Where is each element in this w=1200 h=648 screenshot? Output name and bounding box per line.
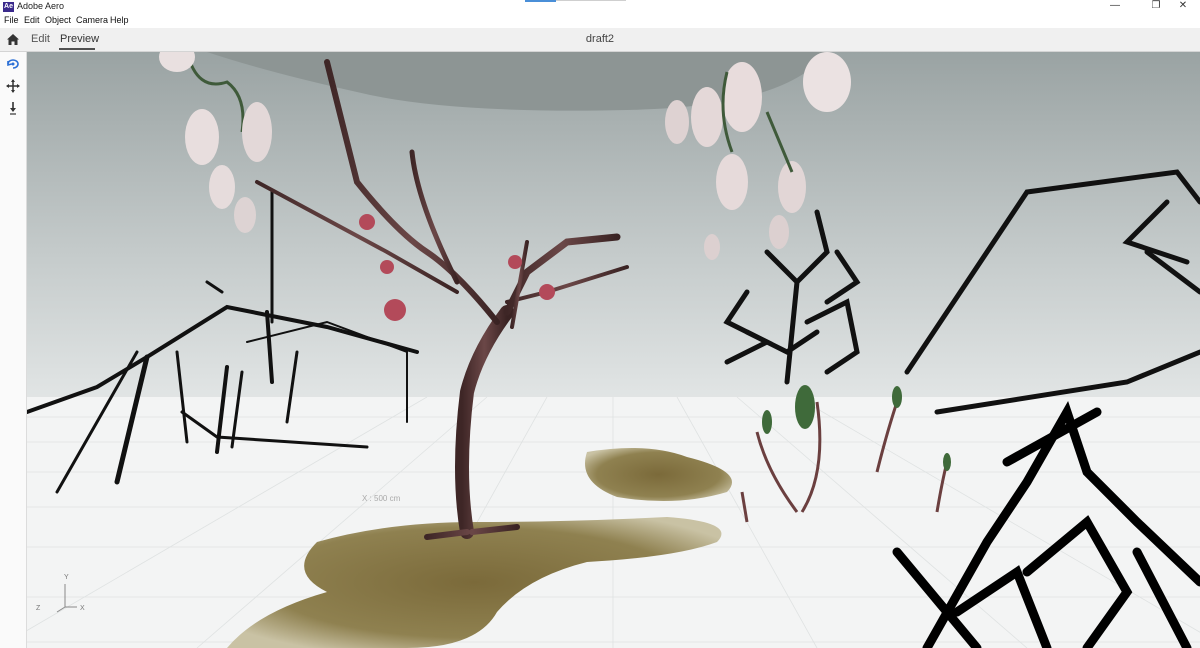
minimize-button[interactable]: —	[1098, 0, 1132, 14]
close-button[interactable]: ✕	[1166, 0, 1200, 14]
logo-text: Ae	[4, 3, 13, 10]
orbit-camera-icon[interactable]	[5, 56, 21, 72]
axis-label-x: X	[80, 605, 85, 612]
axis-label-z: Z	[36, 605, 41, 612]
viewport-tool-bar	[0, 52, 27, 648]
mode-toolbar: Edit Preview draft2	[0, 28, 1200, 52]
window-title: Adobe Aero	[17, 1, 65, 11]
title-bar: Ae Adobe Aero — ❐ ✕	[0, 0, 1200, 14]
scene-render	[27, 52, 1200, 648]
menu-camera[interactable]: Camera	[76, 15, 108, 25]
menu-object[interactable]: Object	[45, 15, 71, 25]
menu-file[interactable]: File	[4, 15, 19, 25]
pan-move-icon[interactable]	[5, 78, 21, 94]
menu-bar: File Edit Object Camera Help	[0, 14, 1200, 28]
document-title: draft2	[585, 33, 615, 45]
drop-down-icon[interactable]	[5, 100, 21, 116]
axis-label-y: Y	[64, 574, 69, 581]
distance-readout: X : 500 cm	[362, 494, 401, 503]
menu-edit[interactable]: Edit	[24, 15, 40, 25]
menu-help[interactable]: Help	[110, 15, 129, 25]
active-tab-indicator	[59, 48, 95, 50]
3d-viewport[interactable]: X : 500 cm Y Z X	[27, 52, 1200, 648]
title-divider	[556, 0, 626, 1]
adobe-aero-logo-icon: Ae	[3, 2, 14, 12]
title-accent-bar	[525, 0, 556, 2]
